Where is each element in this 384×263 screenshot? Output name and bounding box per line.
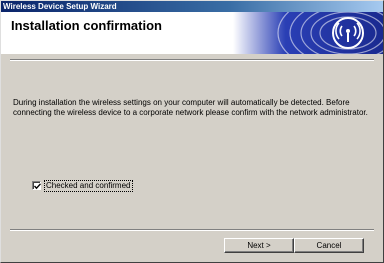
confirm-checkbox-label[interactable]: Checked and confirmed xyxy=(44,179,133,192)
window-title: Wireless Device Setup Wizard xyxy=(3,2,117,11)
footer-divider xyxy=(10,229,374,231)
confirm-checkbox-row[interactable]: Checked and confirmed xyxy=(32,179,133,192)
header-panel: Installation confirmation xyxy=(1,12,383,54)
wizard-window: Wireless Device Setup Wizard Installatio… xyxy=(0,0,384,263)
title-bar: Wireless Device Setup Wizard xyxy=(1,1,383,12)
wireless-banner xyxy=(233,12,383,54)
header-divider xyxy=(10,59,374,61)
page-title: Installation confirmation xyxy=(11,18,162,33)
checkmark-icon xyxy=(34,183,41,190)
next-button[interactable]: Next > xyxy=(224,238,294,253)
confirm-checkbox[interactable] xyxy=(32,181,41,190)
cancel-button[interactable]: Cancel xyxy=(294,238,364,253)
info-message: During installation the wireless setting… xyxy=(13,98,368,117)
